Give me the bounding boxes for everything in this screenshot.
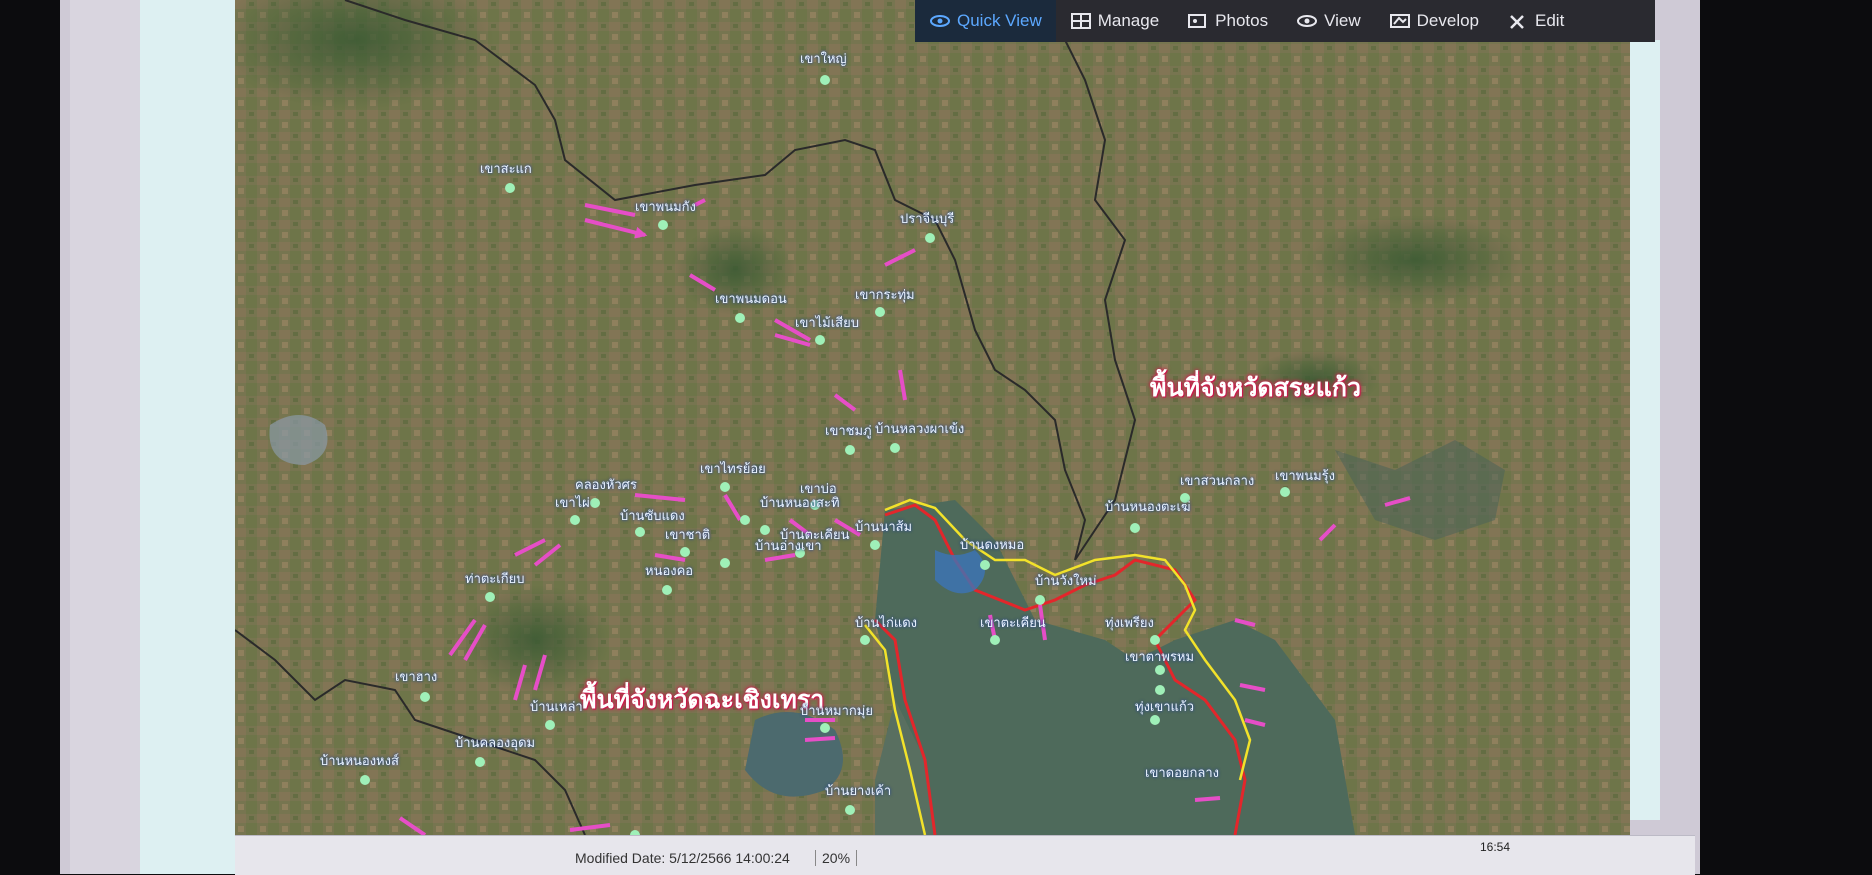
place-label: บ้านซับแดง bbox=[620, 509, 685, 524]
eye-icon bbox=[930, 15, 950, 27]
place-label: เขาไทรย้อย bbox=[700, 462, 766, 477]
modified-date-text: Modified Date: 5/12/2566 14:00:24 bbox=[575, 850, 790, 866]
manage-button[interactable]: Manage bbox=[1056, 0, 1173, 42]
place-label: บ้านหนองตะเฆ่ bbox=[1105, 500, 1191, 515]
quick-view-button[interactable]: Quick View bbox=[915, 0, 1056, 42]
edit-button[interactable]: Edit bbox=[1493, 0, 1578, 42]
place-label: บ้านวังใหม่ bbox=[1035, 574, 1097, 589]
place-label: เขาตะเคียน bbox=[980, 616, 1046, 631]
quick-view-label: Quick View bbox=[957, 11, 1042, 30]
province-label-sakaeo: พื้นที่จังหวัดสระแก้ว bbox=[1150, 373, 1362, 402]
clock-time: 16:54 bbox=[1479, 840, 1510, 854]
place-label: เขากระทุ่ม bbox=[855, 288, 915, 303]
place-label: เขาตาพรหม bbox=[1125, 650, 1195, 665]
place-label: ทุ่งเขาแก้ว bbox=[1135, 700, 1195, 715]
province-label-chachoengsao: พื้นที่จังหวัดฉะเชิงเทรา bbox=[580, 685, 825, 714]
view-button[interactable]: View bbox=[1282, 0, 1375, 42]
place-label: บ้านหนองหงส์ bbox=[320, 754, 399, 769]
place-label: เขาไผ่ bbox=[555, 496, 590, 511]
zoom-level[interactable]: 20% bbox=[815, 850, 858, 866]
develop-label: Develop bbox=[1416, 11, 1480, 30]
left-coordinate-ruler bbox=[140, 0, 235, 874]
photos-label: Photos bbox=[1215, 11, 1269, 30]
place-label: บ้านยางเค้า bbox=[825, 784, 892, 799]
place-label: เขาพนมรุ้ง bbox=[1275, 469, 1335, 484]
photos-button[interactable]: Photos bbox=[1173, 0, 1282, 42]
develop-icon bbox=[1389, 14, 1410, 28]
place-label: เขาพนมดอน bbox=[715, 292, 787, 307]
place-label: บ้านตะเคียน bbox=[780, 528, 850, 543]
taskbar-clock[interactable]: 16:54 bbox=[1480, 840, 1510, 854]
place-label: บ้านไก่แดง bbox=[855, 616, 918, 631]
place-label: บ้านหลวงผาเข้ง bbox=[875, 422, 965, 437]
place-label: เขาใหญ่ bbox=[800, 52, 847, 67]
place-label: บ้านนาส้ม bbox=[855, 520, 913, 535]
photos-icon bbox=[1188, 14, 1207, 28]
place-label: ทุ่งเพรียง bbox=[1105, 616, 1154, 631]
place-label: ปราจีนบุรี bbox=[900, 212, 955, 227]
edit-icon bbox=[1510, 15, 1524, 29]
place-label: เขาสะแก bbox=[480, 162, 532, 177]
place-label: เขาดอยกลาง bbox=[1145, 766, 1219, 781]
status-bar: Modified Date: 5/12/2566 14:00:24 20% 16… bbox=[235, 835, 1695, 875]
place-label: ท่าตะเกียบ bbox=[465, 572, 525, 587]
place-label: เขาบ่อ bbox=[800, 482, 837, 497]
place-label: เขาฮาง bbox=[395, 670, 438, 685]
place-label: เขาชาติ bbox=[665, 528, 711, 543]
manage-label: Manage bbox=[1097, 11, 1160, 30]
eye-icon bbox=[1297, 15, 1318, 27]
develop-button[interactable]: Develop bbox=[1375, 0, 1493, 42]
satellite-map[interactable]: พื้นที่จังหวัดสระแก้ว พื้นที่จังหวัดฉะเช… bbox=[235, 0, 1630, 835]
place-label: หนองคอ bbox=[645, 564, 694, 579]
place-label: บ้านดงหมอ bbox=[960, 538, 1025, 553]
top-toolbar: Quick View Manage Photos View Develop Ed… bbox=[915, 0, 1655, 42]
place-label: บ้านหมากมุ่ย bbox=[800, 704, 873, 719]
view-label: View bbox=[1324, 11, 1361, 30]
edit-label: Edit bbox=[1535, 11, 1565, 30]
place-label: คลองหัวศร bbox=[575, 478, 637, 493]
place-label: เขาสวนกลาง bbox=[1180, 474, 1255, 489]
place-label: บ้านเหล่า bbox=[530, 700, 583, 715]
place-label: บ้านคลองอุดม bbox=[455, 736, 536, 751]
place-label: เขาไม้เสียบ bbox=[795, 316, 859, 331]
grid-icon bbox=[1070, 13, 1091, 29]
place-label: เขาพนมกัง bbox=[635, 200, 696, 215]
place-label: เขาชมภู่ bbox=[825, 424, 872, 439]
